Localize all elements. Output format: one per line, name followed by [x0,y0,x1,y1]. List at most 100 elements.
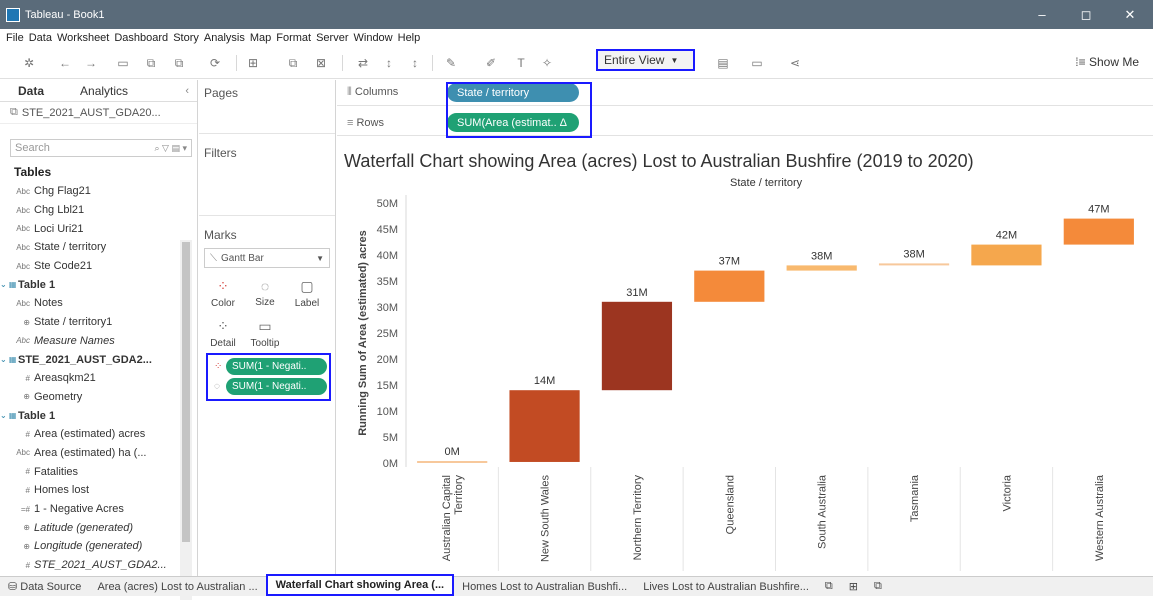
field-item[interactable]: Abc Ste Code21 [0,257,180,276]
new-dashboard-icon[interactable]: ⊞ [841,580,866,593]
menu-data[interactable]: Data [29,32,52,44]
menu-analysis[interactable]: Analysis [204,32,245,44]
field-type-icon: ⊕ [23,392,30,402]
x-tick-label-line: South Australia [817,474,829,549]
data-label: 31M [626,287,647,299]
pin-axes-icon[interactable]: ✧ [540,56,554,70]
field-type-icon: Abc [16,298,30,308]
close-icon[interactable]: ✕ [1108,0,1152,29]
show-cards-icon[interactable]: ▤ [716,56,730,70]
forward-icon[interactable]: → [84,56,98,70]
toolbar: ✲ ← → ▭ ⧉ ⧉ ⟳ ⊞ ⧉ ⊠ ⇄ ↕ ↕ ✎ ✐ T ✧ ▤ ▭ ⋖ [0,47,1153,79]
menu-file[interactable]: File [6,32,24,44]
field-item[interactable]: ⊕ Geometry [0,388,180,407]
clear-sheet-icon[interactable]: ⊠ [314,56,328,70]
label-button[interactable]: ▢ Label [286,273,328,313]
color-pill[interactable]: SUM(1 - Negati.. [226,358,327,375]
field-item[interactable]: Abc Notes [0,294,180,313]
labels-icon[interactable]: T [514,56,528,70]
sort-asc-icon[interactable]: ↕ [382,56,396,70]
field-type-icon: Abc [16,336,30,346]
x-tick-label: Northern Territory [632,475,644,561]
waterfall-bar [601,301,673,391]
field-item[interactable]: Abc State / territory [0,238,180,257]
color-button[interactable]: ⁘ Color [202,273,244,313]
menu-story[interactable]: Story [173,32,199,44]
table-group[interactable]: ⌄ ▦ Table 1 [0,406,180,425]
size-button[interactable]: ◌ Size [244,273,286,313]
tab-sheet-homes[interactable]: Homes Lost to Australian Bushfi... [454,581,635,593]
field-item[interactable]: ⊕ State / territory1 [0,313,180,332]
tab-analytics[interactable]: Analytics [62,84,146,98]
tableau-home-icon[interactable]: ✲ [22,56,36,70]
group-icon[interactable]: ✐ [484,56,498,70]
detail-button[interactable]: ⁘ Detail [202,313,244,353]
field-type-icon: =# [20,504,30,514]
field-item[interactable]: Abc Loci Uri21 [0,219,180,238]
minimize-icon[interactable]: – [1020,0,1064,29]
share-icon[interactable]: ⋖ [788,56,802,70]
x-tick-label-line: Territory [453,475,465,515]
size-pill[interactable]: SUM(1 - Negati.. [226,378,327,395]
table-group[interactable]: ⌄ ▦ Table 1 [0,275,180,294]
field-item[interactable]: Abc Measure Names [0,332,180,351]
new-worksheet-icon[interactable]: ⧉ [817,580,841,593]
field-item[interactable]: Abc Chg Lbl21 [0,201,180,220]
menu-map[interactable]: Map [250,32,271,44]
maximize-icon[interactable]: ◻ [1064,0,1108,29]
field-item[interactable]: # Area (estimated) acres [0,425,180,444]
field-type-icon: Abc [16,205,30,215]
tooltip-label: Tooltip [250,337,280,349]
back-icon[interactable]: ← [58,56,72,70]
mark-type-label: Gantt Bar [221,252,264,264]
field-item[interactable]: Abc Chg Flag21 [0,182,180,201]
sort-desc-icon[interactable]: ↕ [408,56,422,70]
tab-data-source[interactable]: ⛁ Data Source [0,580,89,593]
field-label: Fatalities [34,465,79,478]
tab-data[interactable]: Data [0,84,62,98]
tab-sheet-lives[interactable]: Lives Lost to Australian Bushfire... [635,581,817,593]
highlight-icon[interactable]: ✎ [444,56,458,70]
menu-help[interactable]: Help [398,32,421,44]
field-label: STE_2021_AUST_GDA2... [18,353,152,366]
save-icon[interactable]: ▭ [116,56,130,70]
x-tick-label-line: Northern Territory [632,475,644,561]
field-item[interactable]: # Homes lost [0,481,180,500]
field-item[interactable]: # STE_2021_AUST_GDA2... [0,556,180,575]
datasource-item[interactable]: ⧉ STE_2021_AUST_GDA20... [0,102,197,124]
data-pane-scrollbar[interactable] [180,240,192,600]
menu-format[interactable]: Format [276,32,311,44]
fit-dropdown[interactable]: Entire View ▼ [596,49,695,71]
waterfall-bar [694,270,765,302]
data-label: 38M [903,248,924,260]
field-item[interactable]: ⊕ Latitude (generated) [0,518,180,537]
menu-worksheet[interactable]: Worksheet [57,32,109,44]
duplicate-sheet-icon[interactable]: ⧉ [286,56,300,70]
field-item[interactable]: # Areasqkm21 [0,369,180,388]
menu-server[interactable]: Server [316,32,348,44]
filter-fields-icon[interactable]: ⌕ ▽ ▤ ▾ [155,143,187,154]
show-me-button[interactable]: ⁞≡ Show Me [1075,55,1139,69]
new-datasource-icon[interactable]: ⧉ [144,56,158,70]
presentation-icon[interactable]: ▭ [750,56,764,70]
tab-sheet-area[interactable]: Area (acres) Lost to Australian ... [89,581,265,593]
menu-window[interactable]: Window [354,32,393,44]
field-item[interactable]: # Fatalities [0,462,180,481]
tab-sheet-waterfall[interactable]: Waterfall Chart showing Area (... [265,573,455,596]
run-update-icon[interactable]: ⟳ [208,56,222,70]
field-item[interactable]: Abc Area (estimated) ha (... [0,444,180,463]
field-type-icon: Abc [16,242,30,252]
pause-updates-icon[interactable]: ⧉ [172,56,186,70]
field-item[interactable]: =# 1 - Negative Acres [0,500,180,519]
mark-type-dropdown[interactable]: ⟍ Gantt Bar ▼ [204,248,330,268]
detail-label: Detail [210,337,236,349]
new-sheet-icon[interactable]: ⊞ [246,56,260,70]
new-story-icon[interactable]: ⧉ [866,580,890,593]
collapse-pane-icon[interactable]: ‹ [185,85,189,97]
search-input[interactable]: Search ⌕ ▽ ▤ ▾ [10,139,192,157]
menu-dashboard[interactable]: Dashboard [114,32,168,44]
swap-icon[interactable]: ⇄ [356,56,370,70]
field-item[interactable]: ⊕ Longitude (generated) [0,537,180,556]
tooltip-button[interactable]: ▭ Tooltip [244,313,286,353]
table-group[interactable]: ⌄ ▦ STE_2021_AUST_GDA2... [0,350,180,369]
